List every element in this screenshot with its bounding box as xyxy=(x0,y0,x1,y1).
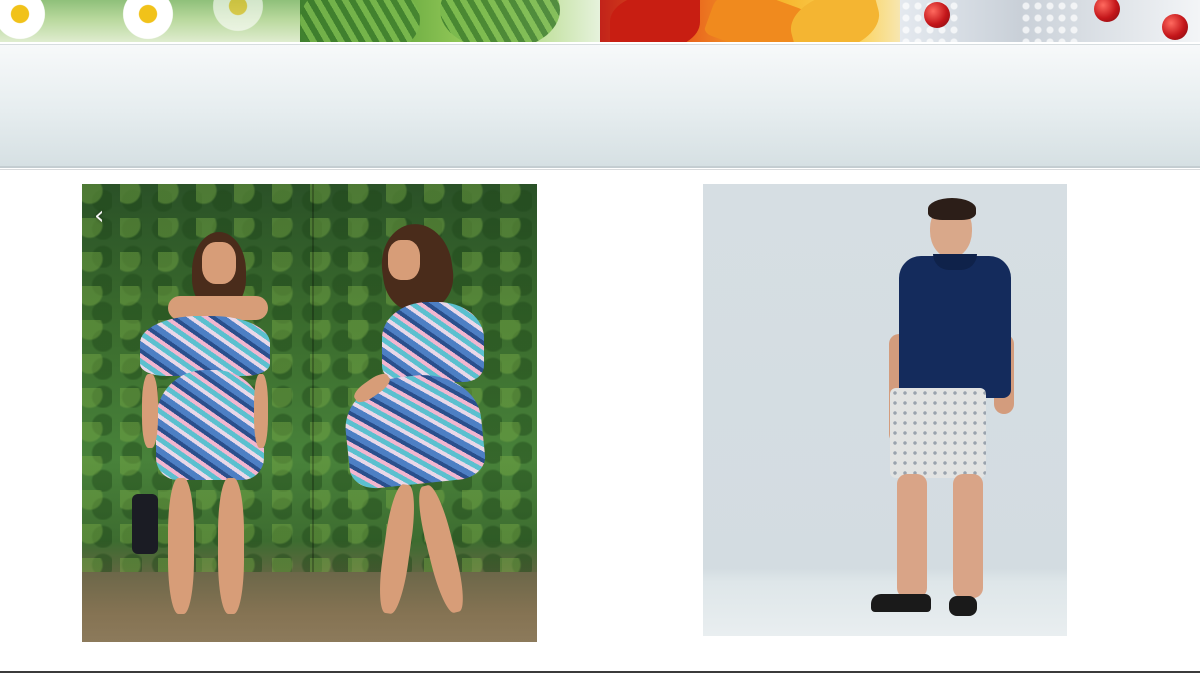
left-shoe xyxy=(871,594,931,612)
summer-palm-image xyxy=(300,0,600,42)
right-shoe xyxy=(949,596,977,616)
seasonal-banner xyxy=(0,0,1200,42)
header-panel xyxy=(0,44,1200,168)
model-left-leg xyxy=(897,474,927,598)
model-hair xyxy=(928,198,976,220)
product-image-polo[interactable] xyxy=(703,184,1067,636)
header-divider xyxy=(0,169,1200,170)
printed-shorts xyxy=(890,388,986,478)
winter-berries-image xyxy=(900,0,1200,42)
chevron-left-icon[interactable]: ‹ xyxy=(94,202,116,230)
product-image-dress[interactable] xyxy=(82,184,537,642)
model-right-leg xyxy=(953,474,983,598)
navy-polo-shirt xyxy=(899,256,1011,398)
autumn-leaves-image xyxy=(600,0,900,42)
spring-daisy-image xyxy=(0,0,300,42)
ground-area xyxy=(82,572,537,642)
